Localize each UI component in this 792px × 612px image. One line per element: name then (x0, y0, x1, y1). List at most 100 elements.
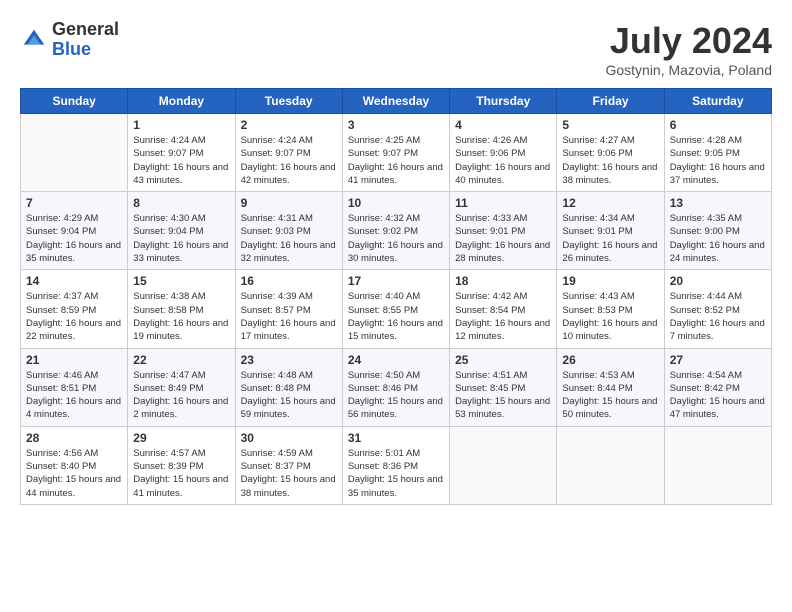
month-year: July 2024 (605, 20, 772, 62)
title-block: July 2024 Gostynin, Mazovia, Poland (605, 20, 772, 78)
day-info: Sunrise: 4:56 AMSunset: 8:40 PMDaylight:… (26, 447, 122, 500)
logo-icon (20, 26, 48, 54)
week-row-3: 14 Sunrise: 4:37 AMSunset: 8:59 PMDayligh… (21, 270, 772, 348)
day-info: Sunrise: 4:54 AMSunset: 8:42 PMDaylight:… (670, 369, 766, 422)
day-number: 5 (562, 118, 658, 132)
week-row-5: 28 Sunrise: 4:56 AMSunset: 8:40 PMDayligh… (21, 426, 772, 504)
day-number: 28 (26, 431, 122, 445)
day-info: Sunrise: 4:25 AMSunset: 9:07 PMDaylight:… (348, 134, 444, 187)
day-number: 25 (455, 353, 551, 367)
day-info: Sunrise: 4:31 AMSunset: 9:03 PMDaylight:… (241, 212, 337, 265)
location: Gostynin, Mazovia, Poland (605, 62, 772, 78)
day-number: 4 (455, 118, 551, 132)
day-number: 26 (562, 353, 658, 367)
day-info: Sunrise: 4:57 AMSunset: 8:39 PMDaylight:… (133, 447, 229, 500)
calendar-cell: 18Sunrise: 4:42 AMSunset: 8:54 PMDayligh… (450, 270, 557, 348)
day-number: 7 (26, 196, 122, 210)
day-number: 16 (241, 274, 337, 288)
day-info: Sunrise: 4:33 AMSunset: 9:01 PMDaylight:… (455, 212, 551, 265)
day-number: 10 (348, 196, 444, 210)
logo-blue: Blue (52, 40, 119, 60)
day-info: Sunrise: 4:50 AMSunset: 8:46 PMDaylight:… (348, 369, 444, 422)
calendar-cell: 23Sunrise: 4:48 AMSunset: 8:48 PMDayligh… (235, 348, 342, 426)
calendar-cell: 19 Sunrise: 4:43 AMSunset: 8:53 PMDayligh… (557, 270, 664, 348)
calendar-cell: 29 Sunrise: 4:57 AMSunset: 8:39 PMDayligh… (128, 426, 235, 504)
calendar-cell: 12Sunrise: 4:34 AMSunset: 9:01 PMDayligh… (557, 192, 664, 270)
day-number: 3 (348, 118, 444, 132)
day-number: 6 (670, 118, 766, 132)
day-info: Sunrise: 4:38 AMSunset: 8:58 PMDaylight:… (133, 290, 229, 343)
calendar-header-friday: Friday (557, 89, 664, 114)
calendar-cell (664, 426, 771, 504)
calendar-cell: 2Sunrise: 4:24 AMSunset: 9:07 PMDaylight… (235, 114, 342, 192)
day-number: 29 (133, 431, 229, 445)
calendar-cell: 27 Sunrise: 4:54 AMSunset: 8:42 PMDayligh… (664, 348, 771, 426)
day-number: 18 (455, 274, 551, 288)
day-info: Sunrise: 4:59 AMSunset: 8:37 PMDaylight:… (241, 447, 337, 500)
day-number: 1 (133, 118, 229, 132)
logo: General Blue (20, 20, 119, 60)
calendar-cell: 9 Sunrise: 4:31 AMSunset: 9:03 PMDaylight… (235, 192, 342, 270)
calendar-cell: 17 Sunrise: 4:40 AMSunset: 8:55 PMDayligh… (342, 270, 449, 348)
day-info: Sunrise: 4:53 AMSunset: 8:44 PMDaylight:… (562, 369, 658, 422)
week-row-1: 1 Sunrise: 4:24 AMSunset: 9:07 PMDaylight… (21, 114, 772, 192)
page-header: General Blue July 2024 Gostynin, Mazovia… (20, 20, 772, 78)
day-info: Sunrise: 4:35 AMSunset: 9:00 PMDaylight:… (670, 212, 766, 265)
day-number: 21 (26, 353, 122, 367)
calendar-cell: 3 Sunrise: 4:25 AMSunset: 9:07 PMDaylight… (342, 114, 449, 192)
calendar-cell: 21 Sunrise: 4:46 AMSunset: 8:51 PMDayligh… (21, 348, 128, 426)
day-number: 24 (348, 353, 444, 367)
day-number: 2 (241, 118, 337, 132)
week-row-4: 21 Sunrise: 4:46 AMSunset: 8:51 PMDayligh… (21, 348, 772, 426)
day-info: Sunrise: 4:46 AMSunset: 8:51 PMDaylight:… (26, 369, 122, 422)
day-number: 20 (670, 274, 766, 288)
day-info: Sunrise: 4:28 AMSunset: 9:05 PMDaylight:… (670, 134, 766, 187)
calendar-cell: 26 Sunrise: 4:53 AMSunset: 8:44 PMDayligh… (557, 348, 664, 426)
calendar-table: SundayMondayTuesdayWednesdayThursdayFrid… (20, 88, 772, 505)
day-number: 14 (26, 274, 122, 288)
day-number: 8 (133, 196, 229, 210)
calendar-header-tuesday: Tuesday (235, 89, 342, 114)
calendar-cell: 28 Sunrise: 4:56 AMSunset: 8:40 PMDayligh… (21, 426, 128, 504)
calendar-header-sunday: Sunday (21, 89, 128, 114)
calendar-cell: 31Sunrise: 5:01 AMSunset: 8:36 PMDayligh… (342, 426, 449, 504)
day-number: 15 (133, 274, 229, 288)
day-number: 9 (241, 196, 337, 210)
calendar-cell: 24 Sunrise: 4:50 AMSunset: 8:46 PMDayligh… (342, 348, 449, 426)
day-info: Sunrise: 4:24 AMSunset: 9:07 PMDaylight:… (133, 134, 229, 187)
calendar-header-wednesday: Wednesday (342, 89, 449, 114)
day-number: 30 (241, 431, 337, 445)
day-number: 27 (670, 353, 766, 367)
day-number: 17 (348, 274, 444, 288)
day-info: Sunrise: 4:40 AMSunset: 8:55 PMDaylight:… (348, 290, 444, 343)
day-number: 31 (348, 431, 444, 445)
calendar-cell: 13 Sunrise: 4:35 AMSunset: 9:00 PMDayligh… (664, 192, 771, 270)
calendar-cell: 25Sunrise: 4:51 AMSunset: 8:45 PMDayligh… (450, 348, 557, 426)
day-info: Sunrise: 4:32 AMSunset: 9:02 PMDaylight:… (348, 212, 444, 265)
day-info: Sunrise: 4:47 AMSunset: 8:49 PMDaylight:… (133, 369, 229, 422)
calendar-cell: 14 Sunrise: 4:37 AMSunset: 8:59 PMDayligh… (21, 270, 128, 348)
calendar-cell: 11Sunrise: 4:33 AMSunset: 9:01 PMDayligh… (450, 192, 557, 270)
day-info: Sunrise: 4:44 AMSunset: 8:52 PMDaylight:… (670, 290, 766, 343)
day-number: 19 (562, 274, 658, 288)
calendar-cell: 6 Sunrise: 4:28 AMSunset: 9:05 PMDaylight… (664, 114, 771, 192)
calendar-cell: 16Sunrise: 4:39 AMSunset: 8:57 PMDayligh… (235, 270, 342, 348)
day-info: Sunrise: 4:48 AMSunset: 8:48 PMDaylight:… (241, 369, 337, 422)
calendar-cell: 22Sunrise: 4:47 AMSunset: 8:49 PMDayligh… (128, 348, 235, 426)
day-info: Sunrise: 4:30 AMSunset: 9:04 PMDaylight:… (133, 212, 229, 265)
calendar-cell: 20 Sunrise: 4:44 AMSunset: 8:52 PMDayligh… (664, 270, 771, 348)
logo-text: General Blue (52, 20, 119, 60)
day-number: 12 (562, 196, 658, 210)
day-number: 13 (670, 196, 766, 210)
day-info: Sunrise: 4:37 AMSunset: 8:59 PMDaylight:… (26, 290, 122, 343)
logo-general: General (52, 20, 119, 40)
calendar-cell: 1 Sunrise: 4:24 AMSunset: 9:07 PMDaylight… (128, 114, 235, 192)
calendar-cell (557, 426, 664, 504)
day-info: Sunrise: 4:27 AMSunset: 9:06 PMDaylight:… (562, 134, 658, 187)
calendar-cell: 15 Sunrise: 4:38 AMSunset: 8:58 PMDayligh… (128, 270, 235, 348)
day-info: Sunrise: 4:29 AMSunset: 9:04 PMDaylight:… (26, 212, 122, 265)
calendar-header-thursday: Thursday (450, 89, 557, 114)
day-info: Sunrise: 4:43 AMSunset: 8:53 PMDaylight:… (562, 290, 658, 343)
calendar-header-monday: Monday (128, 89, 235, 114)
day-info: Sunrise: 4:26 AMSunset: 9:06 PMDaylight:… (455, 134, 551, 187)
